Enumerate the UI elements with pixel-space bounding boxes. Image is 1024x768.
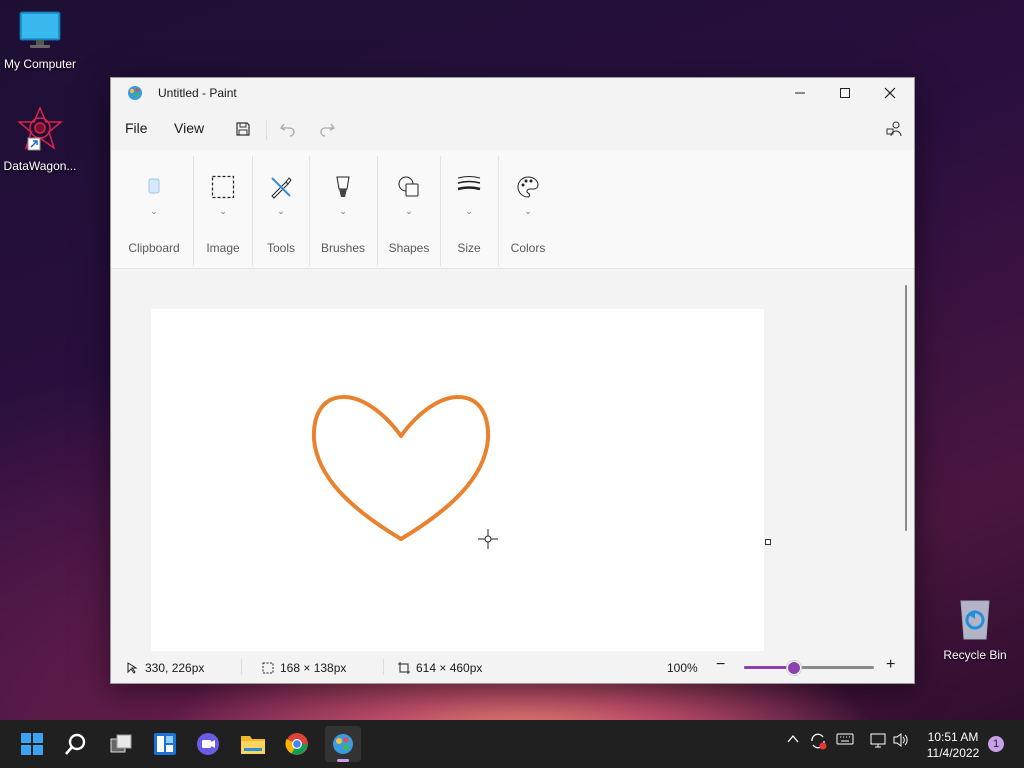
ribbon-group-shapes[interactable]: ⌄ Shapes (379, 150, 439, 268)
ribbon-group-clipboard[interactable]: ⌄ Clipboard (119, 150, 189, 268)
recycle-bin-icon (935, 597, 1015, 644)
menu-file[interactable]: File (125, 120, 148, 136)
chevron-down-icon: ⌄ (405, 206, 413, 216)
monitor-icon (0, 10, 80, 53)
crosshair-cursor-icon (478, 529, 498, 549)
ribbon-group-brushes[interactable]: ⌄ Brushes (311, 150, 375, 268)
ribbon-group-label: Size (457, 241, 481, 255)
desktop-icon-label: DataWagon... (3, 159, 77, 173)
desktop-icon-label: Recycle Bin (943, 648, 1007, 662)
chevron-down-icon: ⌄ (150, 206, 158, 216)
maximize-button[interactable] (822, 78, 868, 108)
tools-icon (269, 175, 293, 204)
clock-date: 11/4/2022 (926, 746, 980, 760)
brush-icon (333, 175, 353, 204)
canvas-size: 614 × 460px (416, 661, 483, 675)
ribbon-group-label: Shapes (388, 241, 430, 255)
zoom-level: 100% (667, 661, 698, 675)
chevron-down-icon: ⌄ (339, 206, 347, 216)
canvas-resize-handle[interactable] (765, 539, 771, 545)
desktop-icon-recycle-bin[interactable]: Recycle Bin (935, 597, 1015, 662)
selection-size: 168 × 138px (280, 661, 347, 675)
keyboard-icon[interactable] (836, 732, 854, 746)
paint-window: Untitled - Paint File View ⌄ Clipboard ⌄… (110, 77, 915, 684)
pointer-icon (127, 662, 138, 674)
datawagon-icon (0, 106, 80, 155)
window-title: Untitled - Paint (158, 86, 237, 100)
menu-bar: File View (111, 108, 914, 150)
paint-icon (127, 85, 143, 106)
canvas-size-icon (398, 662, 410, 674)
chevron-up-icon[interactable] (786, 732, 800, 746)
windows-start-icon[interactable] (16, 728, 48, 760)
ribbon-group-colors[interactable]: ⌄ Colors (499, 150, 557, 268)
desktop-icon-datawagon[interactable]: DataWagon... (0, 106, 80, 173)
vertical-scrollbar[interactable] (900, 269, 914, 651)
drawing-canvas[interactable] (151, 309, 764, 651)
volume-icon[interactable] (892, 732, 910, 748)
heart-drawing (311, 395, 491, 541)
cursor-position: 330, 226px (145, 661, 205, 675)
ribbon-group-label: Clipboard (128, 241, 180, 255)
size-icon (456, 175, 482, 200)
selection-size-icon (262, 662, 274, 674)
chevron-down-icon: ⌄ (219, 206, 227, 216)
ribbon-group-size[interactable]: ⌄ Size (441, 150, 497, 268)
zoom-slider[interactable] (744, 661, 874, 675)
file-explorer-icon[interactable] (237, 728, 269, 760)
desktop-icon-label: My Computer (3, 57, 77, 71)
ribbon-group-image[interactable]: ⌄ Image (195, 150, 251, 268)
ribbon: ⌄ Clipboard ⌄ Image ⌄ Tools ⌄ Brushes ⌄ … (111, 150, 914, 269)
taskbar-clock[interactable]: 10:51 AM 11/4/2022 (918, 729, 988, 761)
ribbon-group-label: Colors (510, 241, 546, 255)
chat-icon[interactable] (192, 728, 224, 760)
notification-badge[interactable]: 1 (988, 736, 1004, 752)
save-icon[interactable] (230, 117, 256, 141)
ribbon-group-label: Image (206, 241, 240, 255)
close-button[interactable] (867, 78, 913, 108)
chrome-icon[interactable] (281, 728, 313, 760)
clock-time: 10:51 AM (927, 730, 979, 744)
widgets-icon[interactable] (149, 728, 181, 760)
paint-taskbar-icon[interactable] (325, 726, 361, 762)
task-view-icon[interactable] (105, 728, 137, 760)
shapes-icon (397, 175, 421, 204)
minimize-button[interactable] (777, 78, 823, 108)
redo-icon[interactable] (314, 117, 340, 141)
status-bar: 330, 226px 168 × 138px 614 × 460px 100% … (111, 651, 914, 683)
zoom-out-button[interactable]: − (716, 656, 725, 674)
search-icon[interactable] (60, 728, 92, 760)
account-icon[interactable] (881, 117, 907, 141)
zoom-in-button[interactable]: + (886, 656, 895, 674)
selection-icon (211, 175, 235, 204)
desktop-icon-my-computer[interactable]: My Computer (0, 10, 80, 71)
undo-icon[interactable] (275, 117, 301, 141)
zoom-slider-thumb[interactable] (787, 661, 802, 675)
taskbar: 10:51 AM 11/4/2022 (0, 720, 1024, 768)
canvas-area (111, 269, 899, 651)
ribbon-group-label: Brushes (320, 241, 366, 255)
chevron-down-icon: ⌄ (465, 206, 473, 216)
chevron-down-icon: ⌄ (524, 206, 532, 216)
clipboard-icon (146, 175, 162, 200)
network-icon[interactable] (869, 732, 887, 748)
sync-icon[interactable] (809, 732, 827, 750)
menu-view[interactable]: View (174, 120, 204, 136)
title-bar[interactable]: Untitled - Paint (111, 78, 914, 108)
ribbon-group-label: Tools (266, 241, 295, 255)
ribbon-group-tools[interactable]: ⌄ Tools (253, 150, 309, 268)
palette-icon (516, 175, 540, 204)
chevron-down-icon: ⌄ (277, 206, 285, 216)
